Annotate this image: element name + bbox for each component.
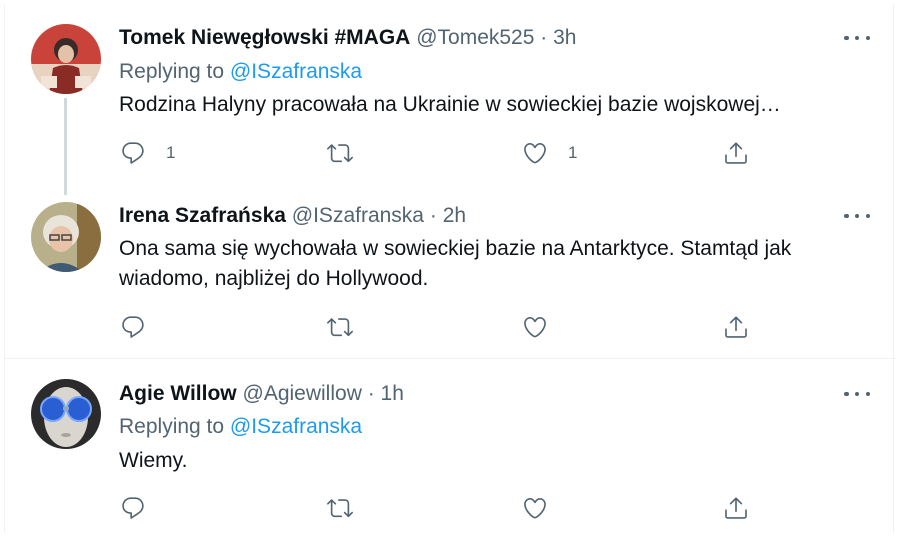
tweet[interactable]: Agie Willow @Agiewillow · 1h Replying to… [0, 359, 900, 537]
reply-button[interactable]: 1 [120, 138, 175, 168]
more-options-button[interactable] [844, 28, 870, 48]
tweet[interactable]: Tomek Niewęgłowski #MAGA @Tomek525 · 3h … [0, 0, 900, 196]
like-count: 1 [568, 143, 578, 162]
tweet-actions: 1 1 [0, 138, 900, 168]
retweet-button[interactable] [327, 493, 373, 523]
more-options-button[interactable] [844, 206, 870, 226]
display-name[interactable]: Tomek Niewęgłowski #MAGA [119, 26, 410, 49]
tweet-actions [0, 312, 900, 342]
share-icon [725, 497, 747, 519]
timestamp[interactable]: 1h [381, 382, 404, 405]
retweet-icon [327, 499, 353, 518]
more-options-button[interactable] [844, 384, 870, 404]
more-icon-dot [865, 213, 870, 219]
retweet-button[interactable] [327, 312, 373, 342]
user-handle[interactable]: @ISzafranska [292, 204, 424, 227]
more-icon-dot [865, 391, 870, 397]
retweet-icon [327, 318, 353, 337]
tweet-text: Rodzina Halyny pracowała na Ukrainie w s… [119, 93, 781, 116]
share-button[interactable] [723, 312, 749, 342]
separator-dot: · [367, 382, 375, 405]
heart-icon [524, 497, 546, 519]
like-button[interactable] [522, 493, 568, 523]
reply-button[interactable] [120, 312, 166, 342]
more-icon [844, 391, 849, 397]
avatar[interactable] [31, 379, 101, 449]
heart-icon [524, 316, 546, 338]
tweet[interactable]: Irena Szafrańska @ISzafranska · 2h Ona s… [0, 196, 900, 358]
avatar[interactable] [31, 24, 101, 94]
replying-to-label: Replying to [119, 415, 225, 438]
replying-to: Replying to @ISzafranska [119, 60, 362, 84]
reply-icon [122, 142, 144, 164]
share-icon [725, 316, 747, 338]
like-button[interactable]: 1 [522, 138, 577, 168]
reply-icon [122, 316, 144, 338]
like-button[interactable] [522, 312, 568, 342]
heart-icon [524, 142, 546, 164]
more-icon-dot [865, 35, 870, 41]
replying-to-label: Replying to [119, 60, 225, 83]
share-icon [725, 142, 747, 164]
reply-icon [122, 497, 144, 519]
more-icon [844, 35, 849, 41]
separator-dot: · [429, 204, 437, 227]
replying-to-handle-link[interactable]: @ISzafranska [230, 415, 362, 438]
retweet-button[interactable] [327, 138, 373, 168]
timestamp[interactable]: 3h [553, 26, 576, 49]
tweet-text: Wiemy. [119, 449, 188, 472]
display-name[interactable]: Agie Willow [119, 382, 237, 405]
display-name[interactable]: Irena Szafrańska [119, 204, 286, 227]
tweet-text: Ona sama się wychowała w sowieckiej bazi… [119, 237, 792, 290]
more-icon-dot [854, 391, 860, 397]
share-button[interactable] [723, 493, 749, 523]
tweet-actions [0, 493, 900, 523]
timestamp[interactable]: 2h [443, 204, 466, 227]
more-icon-dot [854, 35, 860, 41]
avatar[interactable] [31, 202, 101, 272]
more-icon [844, 213, 849, 219]
retweet-icon [327, 144, 353, 163]
replying-to-handle-link[interactable]: @ISzafranska [230, 60, 362, 83]
tweet-header: Irena Szafrańska @ISzafranska · 2h [119, 204, 466, 228]
replying-to: Replying to @ISzafranska [119, 415, 362, 439]
share-button[interactable] [723, 138, 749, 168]
user-handle[interactable]: @Tomek525 [416, 26, 534, 49]
tweet-header: Tomek Niewęgłowski #MAGA @Tomek525 · 3h [119, 26, 576, 50]
more-icon-dot [854, 213, 860, 219]
tweet-header: Agie Willow @Agiewillow · 1h [119, 382, 404, 406]
reply-button[interactable] [120, 493, 166, 523]
user-handle[interactable]: @Agiewillow [243, 382, 362, 405]
reply-count: 1 [166, 143, 176, 162]
separator-dot: · [540, 26, 548, 49]
